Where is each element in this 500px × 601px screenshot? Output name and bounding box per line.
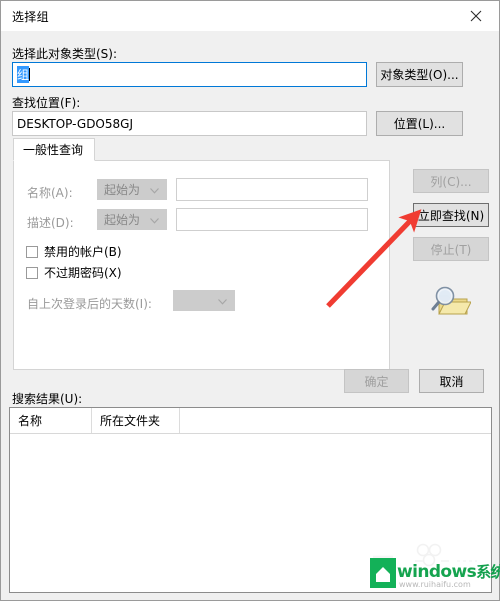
site-watermark: windows系统家园 www.ruihaifu.com <box>370 558 500 594</box>
description-label: 描述(D): <box>27 216 74 230</box>
checkbox-disabled-accounts[interactable]: 禁用的帐户(B) <box>26 243 122 260</box>
chevron-down-icon <box>218 294 227 308</box>
close-icon <box>470 10 482 22</box>
name-label: 名称(A): <box>27 186 73 200</box>
location-input[interactable]: DESKTOP-GDO58GJ <box>12 111 367 136</box>
columns-button[interactable]: 列(C)... <box>413 169 489 193</box>
description-condition-value: 起始为 <box>104 213 141 227</box>
close-button[interactable] <box>453 1 499 31</box>
checkbox-non-expiring-password[interactable]: 不过期密码(X) <box>26 264 122 281</box>
description-value-input[interactable] <box>176 208 368 231</box>
watermark-brand-en: windows <box>397 562 477 582</box>
ok-button[interactable]: 确定 <box>344 369 409 393</box>
chevron-down-icon <box>150 213 159 227</box>
dialog-body: 选择此对象类型(S): 组 对象类型(O)... 查找位置(F): DESKTO… <box>1 31 500 600</box>
search-results-label: 搜索结果(U): <box>12 392 83 406</box>
column-header-name[interactable]: 名称 <box>10 408 92 433</box>
stop-button[interactable]: 停止(T) <box>413 237 489 261</box>
chevron-down-icon <box>150 183 159 197</box>
name-value-input[interactable] <box>176 178 368 201</box>
object-type-input[interactable]: 组 <box>12 62 367 87</box>
location-label: 查找位置(F): <box>12 96 81 110</box>
watermark-brand: windows系统家园 <box>397 561 500 582</box>
cancel-button[interactable]: 取消 <box>419 369 484 393</box>
select-group-dialog: 选择组 选择此对象类型(S): 组 对象类型(O)... 查找位置(F): DE… <box>0 0 500 601</box>
checkbox-label: 不过期密码(X) <box>44 266 122 280</box>
days-since-logon-select[interactable] <box>173 290 235 311</box>
checkbox-label: 禁用的帐户(B) <box>44 245 122 259</box>
title-bar: 选择组 <box>1 1 499 31</box>
watermark-brand-cn: 系统家园 <box>476 563 500 581</box>
checkbox-box <box>26 266 38 279</box>
object-types-button[interactable]: 对象类型(O)... <box>376 62 463 87</box>
object-type-label: 选择此对象类型(S): <box>12 47 118 61</box>
locations-button[interactable]: 位置(L)... <box>376 111 463 136</box>
results-header-row: 名称 所在文件夹 <box>10 408 491 434</box>
text-caret <box>29 68 31 81</box>
description-condition-select[interactable]: 起始为 <box>97 209 167 230</box>
dialog-title: 选择组 <box>12 10 49 24</box>
location-value: DESKTOP-GDO58GJ <box>17 116 133 131</box>
search-folder-icon <box>429 285 472 322</box>
watermark-logo-mark <box>370 558 396 588</box>
object-type-value: 组 <box>17 66 30 83</box>
name-condition-value: 起始为 <box>104 183 141 197</box>
name-condition-select[interactable]: 起始为 <box>97 179 167 200</box>
tab-general-query[interactable]: 一般性查询 <box>13 138 95 161</box>
column-header-folder[interactable]: 所在文件夹 <box>92 408 180 433</box>
watermark-url: www.ruihaifu.com <box>399 580 471 589</box>
days-since-logon-label: 自上次登录后的天数(I): <box>27 297 152 311</box>
find-now-button[interactable]: 立即查找(N) <box>413 203 489 227</box>
checkbox-box <box>26 245 38 258</box>
